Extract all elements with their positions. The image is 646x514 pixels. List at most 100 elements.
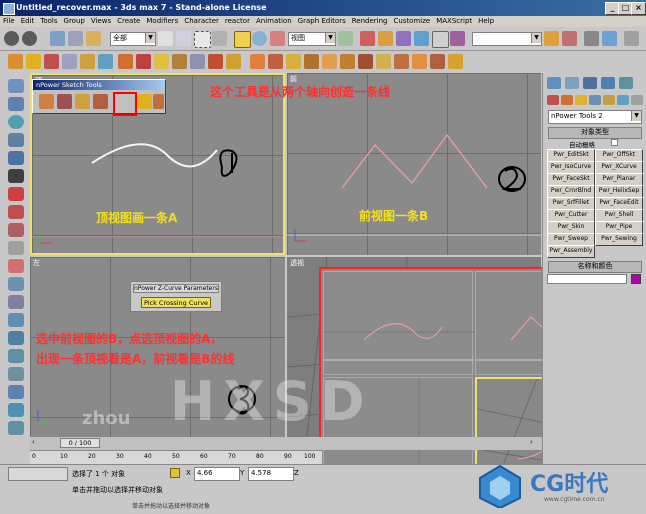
mirror-icon[interactable] — [360, 31, 375, 46]
cameras-icon[interactable] — [589, 95, 601, 105]
ref-coord-dropdown[interactable]: 视图 ▼ — [288, 32, 336, 46]
left-tool-20-icon[interactable] — [8, 421, 24, 435]
menu-tools[interactable]: Tools — [40, 17, 57, 25]
npower-tool-19-icon[interactable] — [340, 54, 355, 69]
viewport-layout-icon[interactable] — [624, 31, 639, 46]
npower-tool-5-icon[interactable] — [80, 54, 95, 69]
left-tool-18-icon[interactable] — [8, 385, 24, 399]
close-button[interactable]: × — [631, 2, 646, 15]
menu-help[interactable]: Help — [478, 17, 494, 25]
panel-title[interactable]: nPower Sketch Tools — [33, 80, 165, 90]
layer-manager-icon[interactable] — [396, 31, 411, 46]
npower-tool-13-icon[interactable] — [226, 54, 241, 69]
systems-icon[interactable] — [631, 95, 643, 105]
left-tool-2-icon[interactable] — [8, 97, 24, 111]
select-rotate-icon[interactable] — [252, 31, 267, 46]
redo-icon[interactable] — [22, 31, 37, 46]
render-frame-icon[interactable] — [602, 31, 617, 46]
npower-tool-14-icon[interactable] — [250, 54, 265, 69]
prev-frame-icon[interactable]: ‹ — [32, 438, 42, 448]
npower-tool-6-icon[interactable] — [98, 54, 113, 69]
left-tool-7-icon[interactable] — [8, 187, 24, 201]
npower-tool-8-icon[interactable] — [136, 54, 151, 69]
left-tool-19-icon[interactable] — [8, 403, 24, 417]
undo-icon[interactable] — [4, 31, 19, 46]
sketch-tool-7-icon[interactable] — [153, 94, 164, 109]
menu-character[interactable]: Character — [184, 17, 219, 25]
left-tool-3-icon[interactable] — [8, 115, 24, 129]
next-frame-icon[interactable]: › — [530, 438, 540, 448]
x-coord-field[interactable]: 4.66 — [194, 467, 240, 481]
menu-file[interactable]: File — [3, 17, 15, 25]
left-tool-1-icon[interactable] — [8, 79, 24, 93]
selection-filter-dropdown[interactable]: 全部 ▼ — [110, 32, 156, 46]
maxscript-listener[interactable] — [8, 467, 68, 481]
space-warps-icon[interactable] — [617, 95, 629, 105]
npower-tool-12-icon[interactable] — [208, 54, 223, 69]
polyline-b[interactable] — [341, 133, 488, 189]
npower-tool-7-icon[interactable] — [118, 54, 133, 69]
curve-a[interactable] — [91, 143, 218, 168]
npower-tool-3-icon[interactable] — [44, 54, 59, 69]
name-color-rollout[interactable]: 名称和颜色 — [548, 261, 642, 273]
left-tool-15-icon[interactable] — [8, 331, 24, 345]
z-curve-tool-icon[interactable] — [113, 92, 137, 116]
shapes-icon[interactable] — [561, 95, 573, 105]
sketch-tool-3-icon[interactable] — [75, 94, 90, 109]
npower-tool-21-icon[interactable] — [376, 54, 391, 69]
display-tab-icon[interactable] — [619, 77, 633, 89]
unlink-icon[interactable] — [68, 31, 83, 46]
pick-crossing-curve-button[interactable]: Pick Crossing Curve — [141, 297, 211, 308]
menu-rendering[interactable]: Rendering — [352, 17, 388, 25]
left-tool-9-icon[interactable] — [8, 223, 24, 237]
render-scene-icon[interactable] — [544, 31, 559, 46]
left-tool-16-icon[interactable] — [8, 349, 24, 363]
select-by-name-icon[interactable] — [176, 31, 191, 46]
object-color-swatch[interactable] — [631, 274, 641, 284]
autogrid-checkbox[interactable] — [611, 139, 618, 146]
left-tool-10-icon[interactable] — [8, 241, 24, 255]
create-tab-icon[interactable] — [547, 77, 561, 89]
npower-tool-1-icon[interactable] — [8, 54, 23, 69]
npower-tool-2-icon[interactable] — [26, 54, 41, 69]
npower-tool-11-icon[interactable] — [190, 54, 205, 69]
frame-counter[interactable]: 0 / 100 — [60, 438, 100, 448]
menu-create[interactable]: Create — [117, 17, 140, 25]
npower-tool-25-icon[interactable] — [448, 54, 463, 69]
sketch-tool-2-icon[interactable] — [57, 94, 72, 109]
sketch-tool-1-icon[interactable] — [39, 94, 54, 109]
menu-edit[interactable]: Edit — [21, 17, 35, 25]
pwr-assembly-button[interactable]: Pwr_Assembly — [547, 245, 595, 258]
lock-selection-icon[interactable] — [170, 468, 180, 478]
menu-customize[interactable]: Customize — [393, 17, 430, 25]
menu-reactor[interactable]: reactor — [225, 17, 250, 25]
npower-tool-20-icon[interactable] — [358, 54, 373, 69]
geometry-icon[interactable] — [547, 95, 559, 105]
bind-space-warp-icon[interactable] — [86, 31, 101, 46]
npower-tool-16-icon[interactable] — [286, 54, 301, 69]
category-dropdown[interactable]: nPower Tools 2 ▼ — [548, 110, 642, 124]
track-bar[interactable]: 0 10 20 30 40 50 60 70 80 90 100 — [30, 450, 322, 464]
rollout-title[interactable]: nPower Z-Curve Parameters — [133, 284, 219, 293]
menu-group[interactable]: Group — [64, 17, 85, 25]
menu-graph-editors[interactable]: Graph Editors — [298, 17, 346, 25]
rect-selection-icon[interactable] — [194, 31, 211, 48]
menu-views[interactable]: Views — [91, 17, 111, 25]
left-tool-12-icon[interactable] — [8, 277, 24, 291]
pivot-center-icon[interactable] — [338, 31, 353, 46]
object-name-field[interactable] — [547, 274, 627, 284]
npower-tool-15-icon[interactable] — [268, 54, 283, 69]
npower-tool-9-icon[interactable] — [154, 54, 169, 69]
helpers-icon[interactable] — [603, 95, 615, 105]
render-type-icon[interactable] — [584, 31, 599, 46]
pwr-sewing-button[interactable]: Pwr_Sewing — [595, 233, 643, 246]
left-tool-5-icon[interactable] — [8, 151, 24, 165]
object-type-rollout[interactable]: 对象类型 — [548, 127, 642, 139]
left-tool-14-icon[interactable] — [8, 313, 24, 327]
viewport-front[interactable]: 前 前视图一条B — [287, 73, 541, 255]
npower-tool-22-icon[interactable] — [394, 54, 409, 69]
window-crossing-icon[interactable] — [212, 31, 227, 46]
schematic-view-icon[interactable] — [432, 31, 449, 48]
modify-tab-icon[interactable] — [565, 77, 579, 89]
quick-render-icon[interactable] — [562, 31, 577, 46]
